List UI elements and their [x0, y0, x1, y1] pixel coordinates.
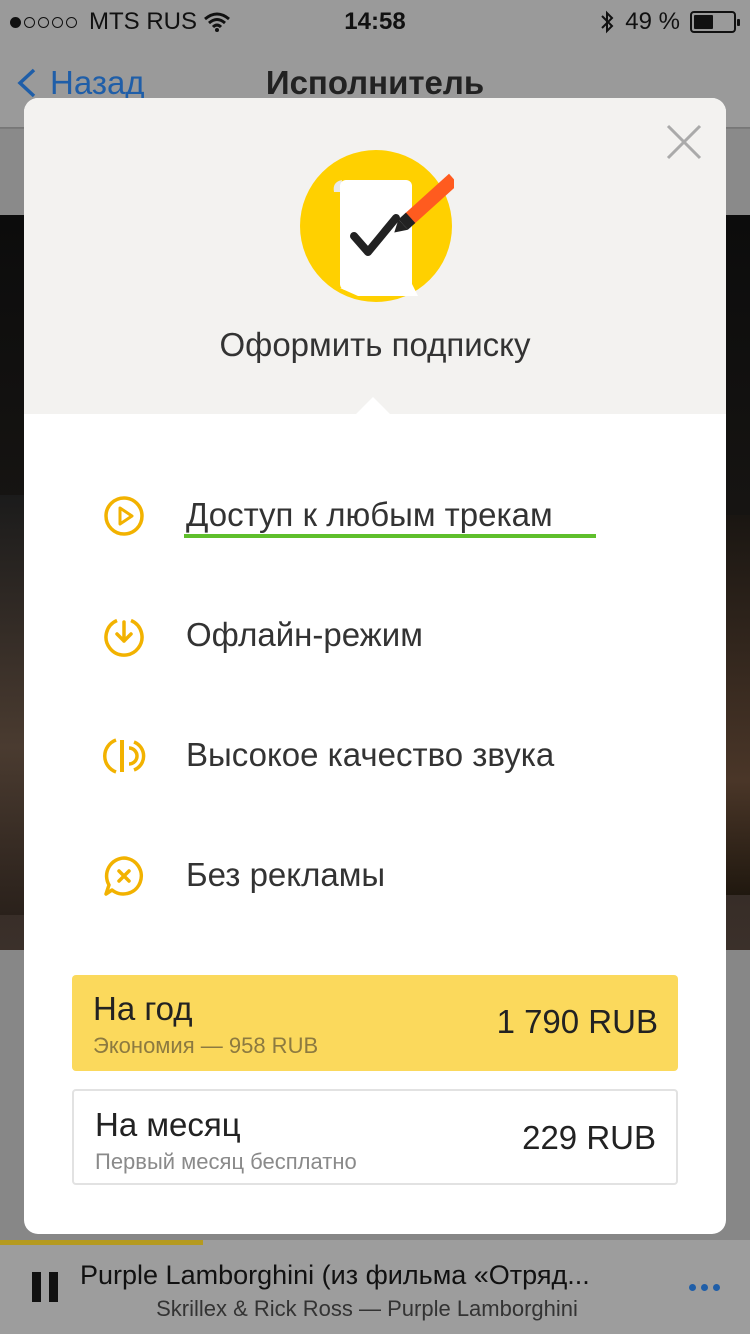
subscription-modal: Оформить подписку Доступ к любым трекам … [24, 98, 726, 1234]
plan-yearly-button[interactable]: На год Экономия — 958 RUB 1 790 RUB [72, 975, 678, 1071]
nav-title: Исполнитель [265, 64, 485, 101]
plan-note: Экономия — 958 RUB [93, 1033, 319, 1058]
mini-player[interactable]: Purple Lamborghini (из фильма «Отряд... … [0, 1240, 750, 1334]
feature-label: Высокое качество звука [186, 736, 555, 773]
feature-label: Офлайн-режим [186, 616, 423, 653]
feature-item-any-tracks: Доступ к любым трекам [102, 486, 553, 546]
plan-price: 229 RUB [522, 1119, 656, 1156]
status-bar: MTS RUS 14:58 49 % [0, 0, 750, 40]
highlight-underline [184, 534, 596, 538]
download-circle-icon [104, 618, 144, 657]
no-ads-icon [104, 856, 144, 896]
plan-price: 1 790 RUB [496, 1003, 658, 1040]
track-artist: Skrillex & Rick Ross — Purple Lamborghin… [156, 1296, 578, 1321]
plan-name: На месяц [95, 1106, 241, 1143]
feature-label: Без рекламы [186, 856, 386, 893]
play-circle-icon [104, 496, 144, 536]
battery-percent: 49 % [625, 8, 680, 35]
feature-label: Доступ к любым трекам [186, 496, 553, 533]
feature-item-offline: Офлайн-режим [102, 606, 423, 666]
bluetooth-icon [601, 10, 614, 34]
modal-title: Оформить подписку [219, 326, 531, 363]
playback-progress-bar [0, 1240, 203, 1245]
battery-icon [690, 11, 740, 33]
plan-monthly-button[interactable]: На месяц Первый месяц бесплатно 229 RUB [72, 1089, 678, 1185]
track-title: Purple Lamborghini (из фильма «Отряд... [80, 1260, 590, 1290]
plan-name: На год [93, 990, 193, 1027]
subscription-checklist-icon [300, 150, 454, 302]
feature-item-no-ads: Без рекламы [102, 846, 385, 906]
modal-header: Оформить подписку [24, 98, 726, 414]
more-options-icon[interactable] [689, 1284, 720, 1291]
plan-note: Первый месяц бесплатно [95, 1149, 357, 1174]
feature-item-sound-quality: Высокое качество звука [102, 726, 554, 786]
close-icon[interactable] [664, 122, 704, 162]
sound-quality-icon [103, 738, 146, 774]
